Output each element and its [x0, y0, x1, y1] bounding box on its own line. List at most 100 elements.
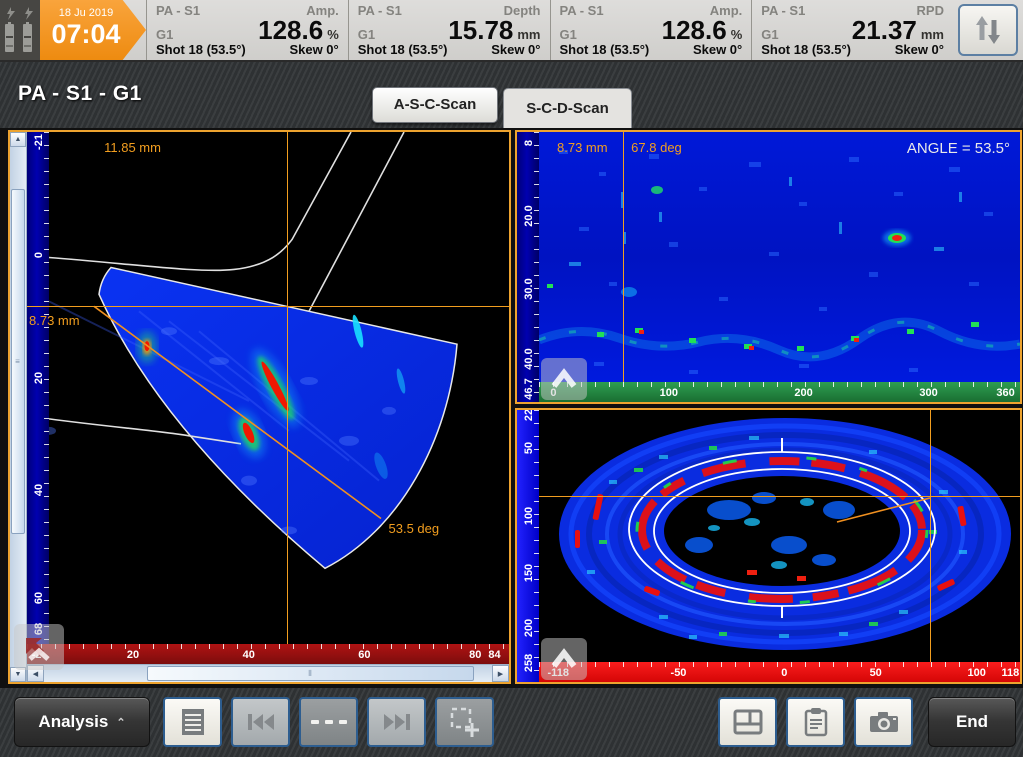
gate-label: G1	[761, 27, 778, 42]
swap-readouts-button[interactable]	[958, 4, 1018, 56]
skew-label: Skew 0°	[693, 42, 742, 57]
probe-label: PA - S1	[560, 3, 604, 18]
data-list-button[interactable]	[163, 697, 222, 747]
readout-panel-rpd[interactable]: PA - S1RPD G121.37mm Shot 18 (53.5°)Skew…	[751, 0, 953, 60]
go-last-button[interactable]	[367, 697, 426, 747]
dscan-top-image	[539, 410, 1020, 662]
readout-unit: %	[327, 27, 339, 42]
quantity-label: RPD	[917, 3, 944, 18]
axis-tick-label: 0	[33, 252, 45, 258]
probe-label: PA - S1	[358, 3, 402, 18]
report-button[interactable]	[786, 697, 845, 747]
readout-panel-amp-1[interactable]: PA - S1Amp. G1128.6% Shot 18 (53.5°)Skew…	[146, 0, 348, 60]
cscan-view[interactable]: 820.030.040.046.7	[515, 130, 1022, 404]
axis-tick-label: 40	[33, 484, 45, 496]
cscan-plot-area[interactable]: 8.73 mm 67.8 deg ANGLE = 53.5° 010020030…	[539, 132, 1020, 402]
tab-a-s-c-scan[interactable]: A-S-C-Scan	[372, 87, 498, 123]
sscan-scan-cursor-line[interactable]	[287, 132, 288, 644]
dscan-plot-area[interactable]: -118-50050100118	[539, 410, 1020, 682]
axis-tick-label: -21	[33, 134, 45, 150]
scroll-thumb[interactable]: ⦀	[147, 666, 474, 681]
cursor-step-button[interactable]	[299, 697, 358, 747]
axis-tick-label: 0	[781, 667, 787, 679]
sscan-image[interactable]	[49, 132, 509, 644]
dscan-maximize-overlay-button[interactable]	[541, 638, 587, 680]
scroll-track[interactable]: ≡	[10, 147, 26, 667]
cscan-depth-ruler: 820.030.040.046.7	[517, 132, 539, 402]
scroll-track[interactable]: ⦀	[44, 665, 492, 682]
bottom-toolbar: Analysis ⌃	[0, 688, 1023, 757]
add-selection-button[interactable]	[435, 697, 494, 747]
readout-value: 128.6	[258, 18, 323, 42]
readout-panel-depth[interactable]: PA - S1Depth G115.78mm Shot 18 (53.5°)Sk…	[348, 0, 550, 60]
readout-unit: mm	[517, 27, 540, 42]
sscan-depth-ruler: -21020406068	[27, 132, 49, 644]
sscan-depth-cursor-line[interactable]	[27, 306, 509, 307]
tab-s-c-d-scan[interactable]: S-C-D-Scan	[503, 88, 632, 128]
dscan-scan-cursor-line[interactable]	[930, 410, 931, 662]
view-header-bar: PA - S1 - G1 A-S-C-Scan S-C-D-Scan	[0, 62, 1023, 128]
axis-tick-label: 20.0	[523, 205, 535, 226]
axis-tick-label: 258	[523, 654, 535, 672]
scroll-thumb[interactable]: ≡	[11, 189, 25, 534]
axis-tick-label: 200	[523, 618, 535, 636]
readout-panel-amp-2[interactable]: PA - S1Amp. G1128.6% Shot 18 (53.5°)Skew…	[550, 0, 752, 60]
clipboard-icon	[803, 707, 829, 737]
status-readout-bar: 18 Ju 2019 07:04 PA - S1Amp. G1128.6% Sh…	[0, 0, 1023, 62]
marquee-plus-icon	[449, 706, 481, 738]
end-button[interactable]: End	[928, 697, 1016, 747]
gate-label: G1	[358, 27, 375, 42]
sscan-scan-axis-ruler: -22040608084	[27, 644, 509, 664]
indication-spot	[892, 235, 902, 241]
weld-overlay-line	[309, 132, 404, 311]
restore-arrow-icon	[22, 632, 56, 662]
scroll-up-button[interactable]: ▲	[10, 132, 26, 147]
depth-cursor-label: 11.85 mm	[104, 140, 161, 155]
cscan-image[interactable]: 8.73 mm 67.8 deg ANGLE = 53.5°	[539, 132, 1020, 382]
end-button-label: End	[956, 712, 988, 732]
layout-panes-icon	[733, 709, 763, 735]
sscan-view[interactable]: ▲ ≡ ▼ -21020406068	[8, 130, 511, 684]
readout-unit: %	[731, 27, 743, 42]
shot-label: Shot 18 (53.5°)	[358, 42, 448, 57]
readout-value: 21.37	[852, 18, 917, 42]
analysis-menu-button[interactable]: Analysis ⌃	[14, 697, 150, 747]
dscan-index-cursor-line[interactable]	[539, 496, 1020, 497]
shot-label: Shot 18 (53.5°)	[156, 42, 246, 57]
weld-overlay-line	[49, 132, 351, 270]
axis-tick-label: 360	[996, 387, 1014, 399]
probe-label: PA - S1	[761, 3, 805, 18]
scroll-right-button[interactable]: ▶	[492, 665, 509, 682]
date-label: 18 Ju 2019	[40, 7, 132, 19]
screenshot-button[interactable]	[854, 697, 913, 747]
pa-analysis-screen: { "colors": { "accent_orange": "#F29E1F"…	[0, 0, 1023, 757]
report-tool-group	[718, 697, 913, 747]
dscan-image[interactable]	[539, 410, 1020, 662]
axis-tick-label: 118	[1002, 667, 1020, 679]
dscan-view[interactable]: 2250100150200258	[515, 408, 1022, 684]
sscan-maximize-overlay-button[interactable]	[14, 624, 64, 670]
cscan-raster-image	[539, 132, 1020, 382]
axis-tick-label: 200	[794, 387, 812, 399]
axis-tick-label: 84	[488, 649, 500, 661]
cscan-scan-cursor-line[interactable]	[623, 132, 624, 382]
skew-label: Skew 0°	[895, 42, 944, 57]
sscan-plot-area[interactable]: -21020406068	[27, 132, 509, 644]
cscan-maximize-overlay-button[interactable]	[541, 358, 587, 400]
axis-tick-label: -50	[671, 667, 687, 679]
axis-tick-label: 60	[33, 592, 45, 604]
angle-readout: ANGLE = 53.5°	[907, 140, 1010, 157]
layout-button[interactable]	[718, 697, 777, 747]
sscan-horizontal-scrollbar[interactable]: ◀ ⦀ ▶	[27, 664, 509, 682]
go-first-button[interactable]	[231, 697, 290, 747]
axis-tick-label: 50	[523, 442, 535, 454]
axis-tick-label: 46.7	[523, 378, 535, 399]
dscan-index-ruler: 2250100150200258	[517, 410, 539, 682]
scan-views-area: ▲ ≡ ▼ -21020406068	[0, 128, 1023, 688]
playback-tool-group	[163, 697, 494, 747]
axis-tick-label: 100	[660, 387, 678, 399]
axis-tick-label: 150	[523, 564, 535, 582]
shot-label: Shot 18 (53.5°)	[560, 42, 650, 57]
chevron-up-icon: ⌃	[116, 716, 125, 729]
sscan-vertical-scrollbar[interactable]: ▲ ≡ ▼	[10, 132, 27, 682]
